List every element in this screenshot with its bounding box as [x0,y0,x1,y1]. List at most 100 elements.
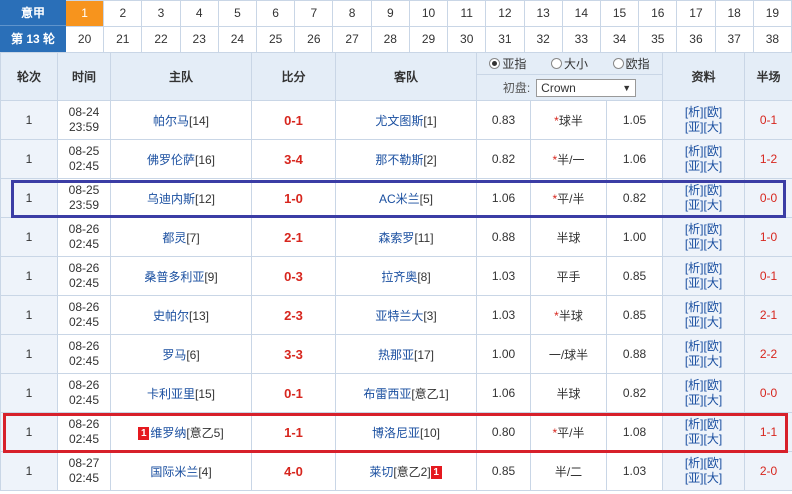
info-links[interactable]: [析][欧] [亚][大] [662,178,745,218]
round-cell-13[interactable]: 13 [524,1,563,27]
match-score[interactable]: 1-1 [251,412,336,452]
links-line2[interactable]: [亚][大] [664,159,744,174]
round-cell-20[interactable]: 20 [66,27,105,53]
round-cell-30[interactable]: 30 [448,27,487,53]
match-score[interactable]: 2-3 [251,295,336,335]
home-team-link[interactable]: 罗马 [162,348,186,362]
round-cell-27[interactable]: 27 [333,27,372,53]
info-links[interactable]: [析][欧] [亚][大] [662,139,745,179]
match-score[interactable]: 0-1 [251,373,336,413]
round-cell-14[interactable]: 14 [562,1,601,27]
round-cell-2[interactable]: 2 [104,1,143,27]
away-team-link[interactable]: 拉齐奥 [381,270,417,284]
round-cell-33[interactable]: 33 [562,27,601,53]
links-line2[interactable]: [亚][大] [664,471,744,486]
links-line2[interactable]: [亚][大] [664,315,744,330]
links-line1[interactable]: [析][欧] [664,339,744,354]
links-line1[interactable]: [析][欧] [664,222,744,237]
round-cell-22[interactable]: 22 [142,27,181,53]
round-cell-12[interactable]: 12 [486,1,525,27]
round-cell-23[interactable]: 23 [180,27,219,53]
links-line1[interactable]: [析][欧] [664,378,744,393]
home-team-link[interactable]: 帕尔马 [153,114,189,128]
round-cell-15[interactable]: 15 [600,1,640,27]
info-links[interactable]: [析][欧] [亚][大] [662,217,745,257]
info-links[interactable]: [析][欧] [亚][大] [662,334,745,374]
round-cell-7[interactable]: 7 [295,1,334,27]
round-cell-34[interactable]: 34 [600,27,640,53]
home-team-link[interactable]: 佛罗伦萨 [147,153,195,167]
round-cell-24[interactable]: 24 [218,27,258,53]
info-links[interactable]: [析][欧] [亚][大] [662,412,745,452]
home-team-link[interactable]: 桑普多利亚 [144,270,204,284]
round-cell-10[interactable]: 10 [409,1,449,27]
round-cell-32[interactable]: 32 [524,27,563,53]
home-team-link[interactable]: 国际米兰 [150,465,198,479]
round-cell-5[interactable]: 5 [218,1,258,27]
radio-over-under[interactable]: 大小 [550,55,588,72]
links-line1[interactable]: [析][欧] [664,456,744,471]
home-team-link[interactable]: 史帕尔 [153,309,189,323]
match-score[interactable]: 0-3 [251,256,336,296]
round-cell-37[interactable]: 37 [715,27,754,53]
round-cell-11[interactable]: 11 [448,1,487,27]
away-team-link[interactable]: 那不勒斯 [375,153,423,167]
info-links[interactable]: [析][欧] [亚][大] [662,100,745,140]
links-line1[interactable]: [析][欧] [664,105,744,120]
links-line1[interactable]: [析][欧] [664,183,744,198]
links-line2[interactable]: [亚][大] [664,198,744,213]
league-name[interactable]: 意甲 [0,0,66,26]
away-team-link[interactable]: 布雷西亚 [363,387,411,401]
round-cell-21[interactable]: 21 [104,27,143,53]
company-select[interactable]: Crown ▼ [536,78,637,97]
links-line1[interactable]: [析][欧] [664,300,744,315]
round-cell-6[interactable]: 6 [257,1,296,27]
info-links[interactable]: [析][欧] [亚][大] [662,256,745,296]
round-cell-35[interactable]: 35 [639,27,678,53]
round-cell-4[interactable]: 4 [180,1,219,27]
info-links[interactable]: [析][欧] [亚][大] [662,451,745,491]
links-line1[interactable]: [析][欧] [664,261,744,276]
round-cell-38[interactable]: 38 [753,27,792,53]
away-team-link[interactable]: 博洛尼亚 [372,426,420,440]
away-team-link[interactable]: 莱切 [369,465,393,479]
match-score[interactable]: 1-0 [251,178,336,218]
home-team-link[interactable]: 乌迪内斯 [147,192,195,206]
round-cell-18[interactable]: 18 [715,1,754,27]
info-links[interactable]: [析][欧] [亚][大] [662,295,745,335]
radio-unchecked-icon[interactable] [550,58,562,69]
round-cell-25[interactable]: 25 [257,27,296,53]
away-team-link[interactable]: 森索罗 [378,231,414,245]
round-cell-16[interactable]: 16 [639,1,678,27]
away-team-link[interactable]: 亚特兰大 [375,309,423,323]
links-line2[interactable]: [亚][大] [664,276,744,291]
away-team-link[interactable]: 热那亚 [378,348,414,362]
links-line2[interactable]: [亚][大] [664,393,744,408]
info-links[interactable]: [析][欧] [亚][大] [662,373,745,413]
radio-european[interactable]: 欧指 [612,55,650,72]
match-score[interactable]: 3-4 [251,139,336,179]
home-team-link[interactable]: 维罗纳 [150,426,186,440]
round-cell-3[interactable]: 3 [142,1,181,27]
links-line2[interactable]: [亚][大] [664,120,744,135]
links-line1[interactable]: [析][欧] [664,144,744,159]
away-team-link[interactable]: AC米兰 [379,192,420,206]
radio-checked-icon[interactable] [489,58,501,69]
match-score[interactable]: 2-1 [251,217,336,257]
round-cell-9[interactable]: 9 [371,1,410,27]
match-score[interactable]: 4-0 [251,451,336,491]
round-cell-28[interactable]: 28 [371,27,410,53]
radio-asian[interactable]: 亚指 [489,55,526,72]
round-cell-8[interactable]: 8 [333,1,372,27]
links-line2[interactable]: [亚][大] [664,354,744,369]
radio-unchecked-icon[interactable] [612,58,624,69]
round-cell-17[interactable]: 17 [677,1,716,27]
round-cell-26[interactable]: 26 [295,27,334,53]
round-cell-36[interactable]: 36 [677,27,716,53]
away-team-link[interactable]: 尤文图斯 [375,114,423,128]
links-line1[interactable]: [析][欧] [664,417,744,432]
match-score[interactable]: 3-3 [251,334,336,374]
round-cell-29[interactable]: 29 [409,27,449,53]
round-cell-19[interactable]: 19 [753,1,792,27]
links-line2[interactable]: [亚][大] [664,432,744,447]
